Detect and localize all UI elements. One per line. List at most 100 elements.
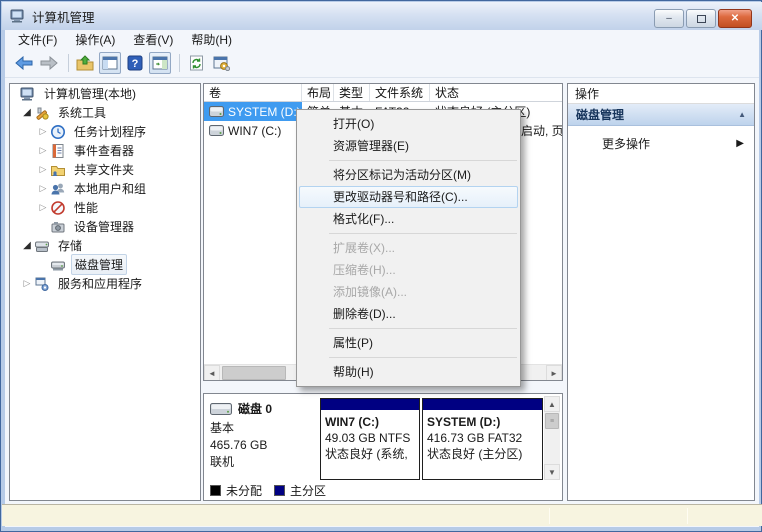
partition-system-d[interactable]: SYSTEM (D:) 416.73 GB FAT32 状态良好 (主分区) <box>422 398 543 480</box>
primary-partition-swatch <box>274 485 285 496</box>
back-icon[interactable] <box>13 52 35 74</box>
more-actions-item[interactable]: 更多操作 ▶ <box>568 132 754 154</box>
menu-view[interactable]: 查看(V) <box>124 29 182 50</box>
menu-item-mark-active-partition[interactable]: 将分区标记为活动分区(M) <box>299 164 518 186</box>
toolbar: ? <box>5 49 759 78</box>
device-manager-icon <box>50 219 66 235</box>
tree-item-task-scheduler[interactable]: ▷ 任务计划程序 <box>10 122 200 141</box>
menu-item-help[interactable]: 帮助(H) <box>299 361 518 383</box>
up-level-icon[interactable] <box>74 52 96 74</box>
actions-section-disk-management[interactable]: 磁盘管理 ▲ <box>568 104 754 126</box>
tree-item-performance[interactable]: ▷ 性能 <box>10 198 200 217</box>
console-tree-panel: 计算机管理(本地) ◢ 系统工具 ▷ 任务计划程序 ▷ 事件查看器 ▷ 共享文件… <box>9 83 201 501</box>
tree-item-system-tools[interactable]: ◢ 系统工具 <box>10 103 200 122</box>
tree-item-label: 磁盘管理 <box>71 254 127 275</box>
tree-item-label: 性能 <box>71 198 101 217</box>
partition-name: WIN7 (C:) <box>321 412 419 430</box>
disk-graphical-panel: 磁盘 0 基本 465.76 GB 联机 WIN7 (C:) 49.03 GB … <box>203 393 563 501</box>
disk-name: 磁盘 0 <box>238 400 272 417</box>
tree-item-services-applications[interactable]: ▷ 服务和应用程序 <box>10 274 200 293</box>
minimize-button[interactable]: – <box>654 9 684 28</box>
menu-separator <box>329 328 517 329</box>
vertical-scrollbar[interactable]: ▲ ≡ ▼ <box>544 396 560 480</box>
disk-size: 465.76 GB <box>210 437 316 454</box>
system-tools-icon <box>34 105 50 121</box>
menu-item-explorer[interactable]: 资源管理器(E) <box>299 135 518 157</box>
menu-item-open[interactable]: 打开(O) <box>299 113 518 135</box>
scroll-left-icon[interactable]: ◄ <box>204 365 220 381</box>
expander-collapsed-icon[interactable]: ▷ <box>36 164 50 175</box>
forward-icon[interactable] <box>38 52 60 74</box>
disk-management-icon <box>50 257 66 273</box>
scroll-up-icon[interactable]: ▲ <box>544 396 560 412</box>
menu-item-change-drive-letter[interactable]: 更改驱动器号和路径(C)... <box>299 186 518 208</box>
scroll-right-icon[interactable]: ► <box>546 365 562 381</box>
actions-panel: 操作 磁盘管理 ▲ 更多操作 ▶ <box>567 83 755 501</box>
menu-separator <box>329 357 517 358</box>
column-header-filesystem[interactable]: 文件系统 <box>370 84 430 101</box>
titlebar[interactable]: 计算机管理 – ✕ <box>2 2 762 30</box>
menu-help[interactable]: 帮助(H) <box>182 29 241 50</box>
tree-item-shared-folders[interactable]: ▷ 共享文件夹 <box>10 160 200 179</box>
statusbar-separator <box>687 508 688 524</box>
expander-collapsed-icon[interactable]: ▷ <box>36 202 50 213</box>
close-button[interactable]: ✕ <box>718 9 752 28</box>
partition-size: 416.73 GB FAT32 <box>423 430 542 446</box>
expander-expanded-icon[interactable]: ◢ <box>20 240 34 251</box>
menu-item-delete-volume[interactable]: 删除卷(D)... <box>299 303 518 325</box>
tree-item-label: 事件查看器 <box>71 141 137 160</box>
primary-partition-bar <box>321 399 419 412</box>
expander-expanded-icon[interactable]: ◢ <box>20 107 34 118</box>
menu-item-properties[interactable]: 属性(P) <box>299 332 518 354</box>
tree-item-event-viewer[interactable]: ▷ 事件查看器 <box>10 141 200 160</box>
expander-collapsed-icon[interactable]: ▷ <box>20 278 34 289</box>
disk-status: 联机 <box>210 454 316 471</box>
expander-collapsed-icon[interactable]: ▷ <box>36 183 50 194</box>
maximize-button[interactable] <box>686 9 716 28</box>
tree-item-label: 服务和应用程序 <box>55 274 145 293</box>
column-header-volume[interactable]: 卷 <box>204 84 302 101</box>
action-pane-icon[interactable] <box>149 52 171 74</box>
disk-icon <box>210 403 232 415</box>
tree-item-device-manager[interactable]: ▷ 设备管理器 <box>10 217 200 236</box>
scrollbar-thumb[interactable] <box>222 366 286 380</box>
refresh-icon[interactable] <box>185 52 207 74</box>
tree-item-storage[interactable]: ◢ 存储 <box>10 236 200 255</box>
collapse-icon[interactable]: ▲ <box>738 110 746 119</box>
expander-collapsed-icon[interactable]: ▷ <box>36 145 50 156</box>
column-header-layout[interactable]: 布局 <box>302 84 334 101</box>
tree-item-computer-management-local[interactable]: 计算机管理(本地) <box>10 84 200 103</box>
menu-item-extend-volume: 扩展卷(X)... <box>299 237 518 259</box>
tree-item-label: 任务计划程序 <box>71 122 149 141</box>
expander-collapsed-icon[interactable]: ▷ <box>36 126 50 137</box>
column-header-type[interactable]: 类型 <box>334 84 370 101</box>
partition-win7-c[interactable]: WIN7 (C:) 49.03 GB NTFS 状态良好 (系统, <box>320 398 420 480</box>
performance-icon <box>50 200 66 216</box>
scrollbar-thumb[interactable]: ≡ <box>545 413 559 429</box>
scroll-down-icon[interactable]: ▼ <box>544 464 560 480</box>
tree-item-label: 设备管理器 <box>71 217 137 236</box>
partition-status: 状态良好 (主分区) <box>423 446 542 462</box>
menu-item-format[interactable]: 格式化(F)... <box>299 208 518 230</box>
more-actions-label: 更多操作 <box>602 135 650 152</box>
disk-0-info[interactable]: 磁盘 0 基本 465.76 GB 联机 <box>210 400 316 471</box>
volume-name: WIN7 (C:) <box>228 124 281 138</box>
disk-type: 基本 <box>210 420 316 437</box>
toolbar-separator <box>68 54 69 72</box>
help-icon[interactable]: ? <box>124 52 146 74</box>
console-tree-icon[interactable] <box>99 52 121 74</box>
unallocated-swatch <box>210 485 221 496</box>
tree-item-local-users-groups[interactable]: ▷ 本地用户和组 <box>10 179 200 198</box>
column-header-status[interactable]: 状态 <box>430 84 562 101</box>
legend-label-unallocated: 未分配 <box>226 482 262 499</box>
primary-partition-bar <box>423 399 542 412</box>
console-window-icon[interactable] <box>210 52 232 74</box>
menu-item-shrink-volume: 压缩卷(H)... <box>299 259 518 281</box>
menu-file[interactable]: 文件(F) <box>9 29 66 50</box>
partition-status: 状态良好 (系统, <box>321 446 419 462</box>
tree-item-disk-management[interactable]: ▷ 磁盘管理 <box>10 255 200 274</box>
menu-action[interactable]: 操作(A) <box>66 29 124 50</box>
local-users-icon <box>50 181 66 197</box>
menubar: 文件(F) 操作(A) 查看(V) 帮助(H) <box>5 30 759 49</box>
event-viewer-icon <box>50 143 66 159</box>
